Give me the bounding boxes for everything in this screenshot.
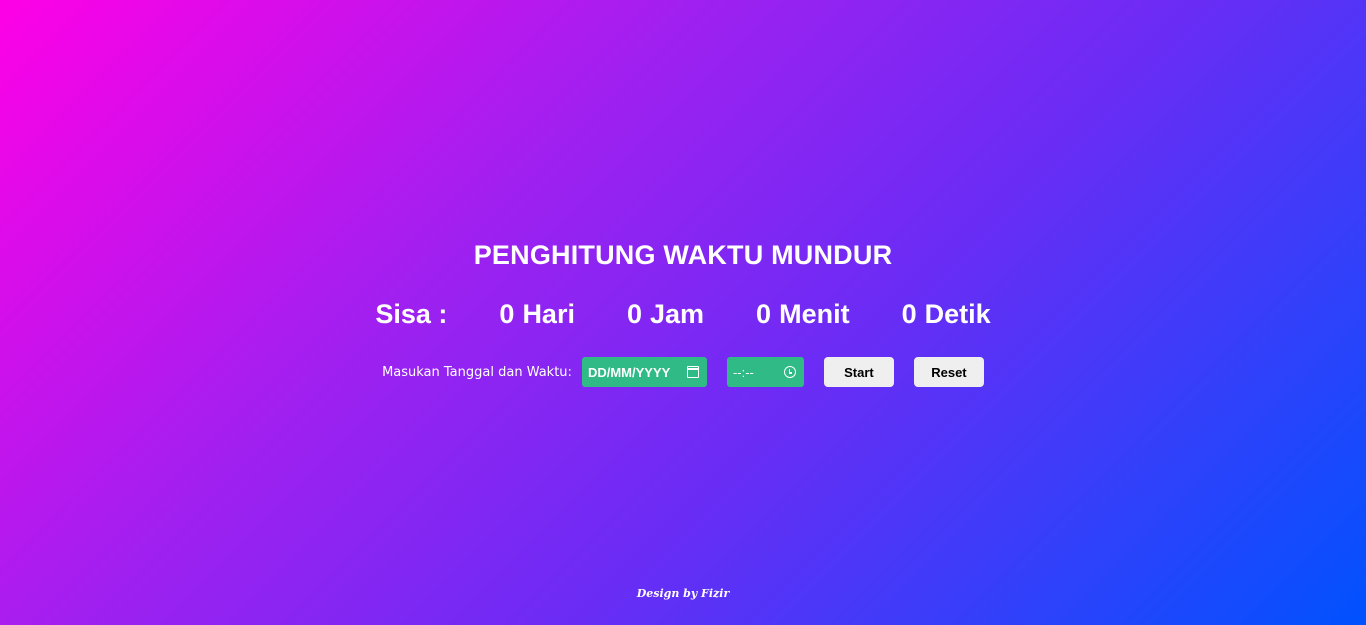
time-placeholder: --:--	[732, 364, 754, 380]
start-button[interactable]: Start	[823, 357, 894, 387]
countdown-days: 0 Hari	[499, 299, 575, 330]
page-title: PENGHITUNG WAKTU MUNDUR	[473, 240, 893, 270]
countdown-minutes: 0 Menit	[756, 299, 850, 330]
hours-label: Jam	[650, 299, 705, 329]
countdown-hours: 0 Jam	[627, 299, 704, 330]
reset-button[interactable]: Reset	[913, 357, 984, 387]
minutes-label: Menit	[779, 299, 850, 329]
footer-credit: Design by Fizir	[636, 587, 730, 600]
seconds-value: 0	[901, 299, 917, 329]
days-label: Hari	[522, 299, 575, 329]
days-value: 0	[499, 299, 515, 329]
clock-icon[interactable]	[783, 366, 796, 378]
countdown-display: Sisa : 0 Hari 0 Jam 0 Menit 0 Detik	[0, 299, 1366, 330]
time-input[interactable]: --:--	[726, 357, 804, 387]
countdown-prefix: Sisa :	[375, 299, 448, 329]
date-input[interactable]: DD/MM/YYYY	[581, 357, 707, 387]
calendar-icon[interactable]	[686, 366, 699, 378]
seconds-label: Detik	[924, 299, 991, 329]
minutes-value: 0	[756, 299, 772, 329]
datetime-label: Masukan Tanggal dan Waktu:	[382, 364, 572, 380]
hours-value: 0	[626, 299, 642, 329]
countdown-controls: Masukan Tanggal dan Waktu: DD/MM/YYYY --…	[0, 357, 1366, 387]
date-placeholder: DD/MM/YYYY	[587, 364, 671, 380]
countdown-seconds: 0 Detik	[902, 299, 991, 330]
